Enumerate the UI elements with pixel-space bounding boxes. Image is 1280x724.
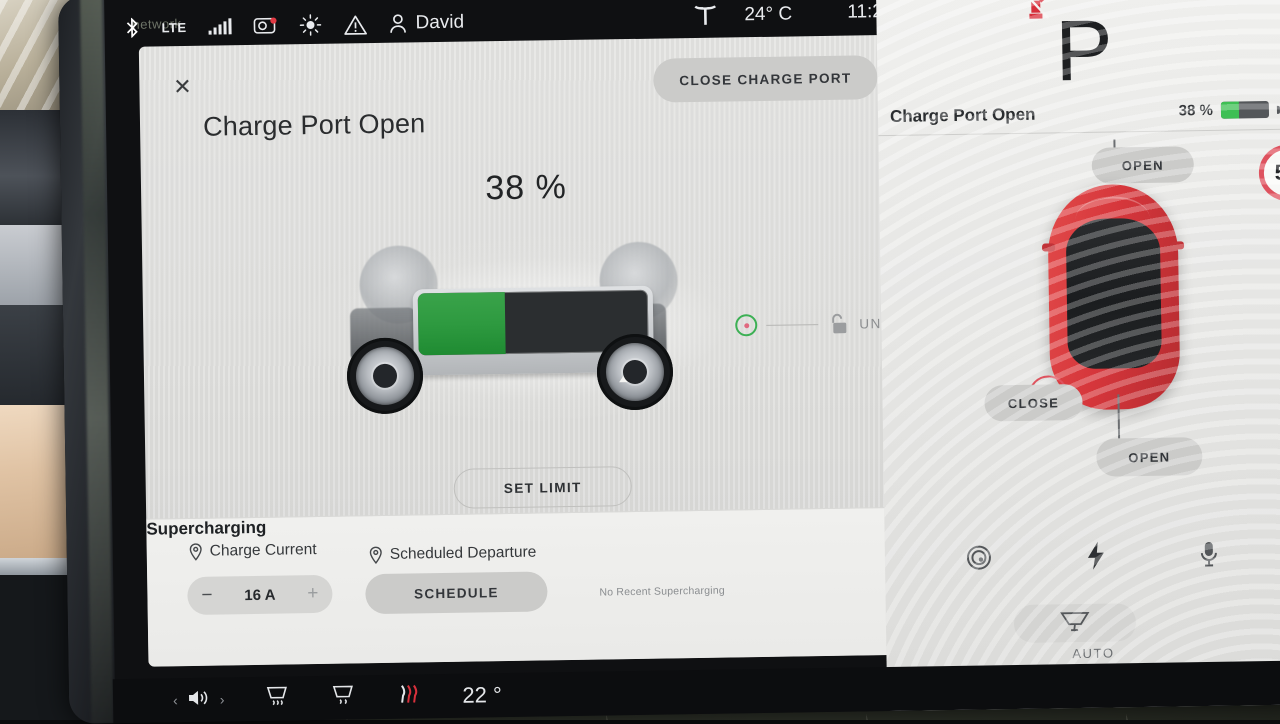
vehicle-top-view (1047, 183, 1181, 410)
increase-amperage-button[interactable]: + (307, 583, 318, 605)
warning-triangle-icon[interactable] (343, 14, 367, 35)
charge-current-label: Charge Current (210, 541, 317, 561)
decrease-amperage-button[interactable]: − (201, 585, 212, 607)
amperage-value: 16 A (244, 586, 275, 603)
front-defrost-button[interactable] (330, 683, 356, 711)
wiper-auto-button[interactable] (1014, 603, 1137, 643)
open-charge-port-button[interactable]: OPEN (1096, 437, 1203, 477)
battery-percent: 38 % (1179, 102, 1213, 120)
schedule-button[interactable]: SCHEDULE (365, 571, 548, 614)
close-charge-port-button[interactable]: CLOSE CHARGE PORT (653, 55, 878, 103)
battery-charge-fill (418, 292, 506, 355)
page-title: Charge Port Open (203, 108, 426, 142)
unlocked-padlock-icon (827, 312, 849, 336)
rear-defrost-icon (264, 684, 290, 712)
speed-limit-sign: 50 (1258, 144, 1280, 201)
scheduled-departure-label-group: Scheduled Departure (369, 544, 537, 565)
brightness-icon[interactable] (299, 14, 321, 36)
car-glass-roof-graphic (1066, 218, 1162, 369)
leader-line (766, 324, 818, 326)
battery-percent-large: 38 % (141, 163, 912, 214)
divider (878, 129, 1280, 137)
volume-control[interactable]: ‹ › (173, 687, 225, 712)
battery-bar-fill (1221, 101, 1239, 118)
instrument-panel: P Charge Port Open 38 % 50 OPEN CLOSE OP… (876, 0, 1280, 711)
left-mirror-graphic (1042, 243, 1055, 251)
person-icon (389, 14, 406, 34)
open-trunk-button[interactable]: OPEN (1092, 146, 1195, 184)
battery-indicator: 38 % (1179, 101, 1280, 120)
charge-current-stepper[interactable]: − 16 A + (187, 575, 333, 615)
right-mirror-graphic (1171, 241, 1184, 249)
seat-heater-icon (396, 682, 422, 710)
set-limit-button[interactable]: SET LIMIT (453, 466, 632, 509)
charging-bolt-icon[interactable] (1085, 541, 1107, 571)
close-frunk-button[interactable]: CLOSE (984, 384, 1083, 422)
microphone-icon[interactable] (1199, 540, 1219, 568)
location-pin-icon (189, 543, 203, 561)
rear-defrost-button[interactable] (264, 684, 290, 712)
chevron-right-icon[interactable]: › (220, 691, 225, 707)
tesla-logo-icon[interactable] (692, 4, 718, 28)
seat-heater-button[interactable] (396, 682, 422, 710)
front-defrost-icon (330, 683, 356, 711)
quick-actions-row (885, 532, 1280, 580)
outside-temperature: 24° C (744, 3, 792, 26)
volume-icon[interactable] (187, 688, 211, 712)
profile-name: David (415, 12, 464, 35)
signal-bars-icon (208, 19, 231, 34)
close-icon[interactable]: ✕ (169, 74, 195, 100)
charge-port-status: Charge Port Open (890, 105, 1036, 127)
dashcam-icon[interactable] (253, 17, 277, 35)
supercharging-heading: Supercharging (146, 508, 916, 540)
gear-indicator: P (876, 5, 1280, 97)
dashcam-record-icon[interactable] (965, 543, 993, 571)
bluetooth-icon[interactable] (124, 18, 139, 38)
vehicle-chassis-illustration (327, 222, 750, 429)
windshield-wiper-icon (1058, 608, 1092, 638)
profile-button[interactable]: David (389, 12, 464, 35)
charging-controls-footer: Charge Current − 16 A + Scheduled Depart… (146, 507, 918, 667)
cabin-temperature[interactable]: 22 ° (462, 682, 502, 709)
scheduled-departure-label: Scheduled Departure (390, 544, 537, 564)
charging-panel: ✕ Charge Port Open CLOSE CHARGE PORT 38 … (139, 35, 919, 667)
tesla-touchscreen: network stubbo LTE (58, 0, 1280, 724)
supercharging-status: No Recent Supercharging (599, 585, 725, 599)
charge-port-indicator-icon (735, 314, 757, 336)
chevron-left-icon[interactable]: ‹ (173, 692, 178, 708)
location-pin-icon (369, 546, 383, 564)
battery-bar (1221, 101, 1269, 119)
lte-label: LTE (161, 19, 186, 34)
charge-current-label-group: Charge Current (189, 541, 317, 561)
